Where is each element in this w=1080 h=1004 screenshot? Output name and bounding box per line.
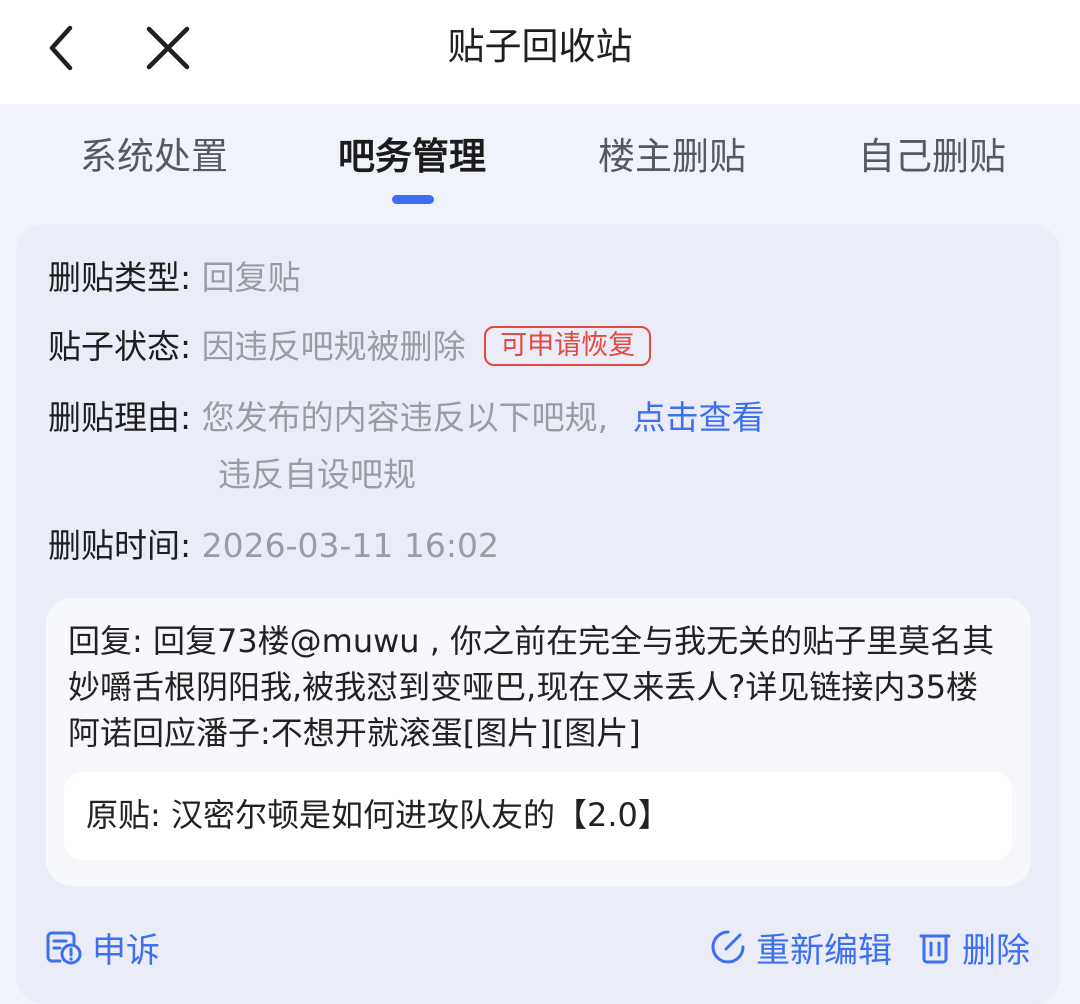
edit-icon: [711, 930, 745, 964]
tab-system-handling[interactable]: 系统处置: [80, 132, 228, 182]
delete-reason-value: 您发布的内容违反以下吧规,: [201, 398, 609, 437]
appeal-icon: [46, 931, 82, 965]
delete-reason-row: 删贴理由: 您发布的内容违反以下吧规, 点击查看: [48, 395, 765, 441]
delete-reason-rule-row: 违反自设吧规: [218, 452, 416, 498]
delete-time-label: 删贴时间:: [48, 526, 192, 565]
reedit-label: 重新编辑: [756, 930, 892, 971]
tab-admin-management[interactable]: 吧务管理: [338, 132, 486, 182]
recoverable-badge: 可申请恢复: [484, 325, 652, 366]
original-post-title: 原贴: 汉密尔顿是如何进攻队友的【2.0】: [86, 796, 670, 834]
post-status-row: 贴子状态: 因违反吧规被删除 可申请恢复: [48, 324, 652, 370]
tab-bar: 系统处置 吧务管理 楼主删贴 自己删贴: [0, 104, 1080, 216]
delete-time-row: 删贴时间: 2026-03-11 16:02: [48, 523, 499, 569]
delete-type-value: 回复贴: [201, 258, 301, 297]
tab-op-deleted[interactable]: 楼主删贴: [598, 132, 746, 182]
reply-content-box: 回复: 回复73楼@muwu , 你之前在完全与我无关的贴子里莫名其妙嚼舌根阴阳…: [46, 598, 1031, 886]
delete-button[interactable]: 删除: [918, 924, 1030, 971]
delete-reason-rule: 违反自设吧规: [218, 455, 416, 494]
top-bar: 贴子回收站: [0, 0, 1080, 104]
reply-text: 回复: 回复73楼@muwu , 你之前在完全与我无关的贴子里莫名其妙嚼舌根阴阳…: [68, 622, 995, 752]
page-title: 贴子回收站: [447, 25, 633, 68]
delete-type-label: 删贴类型:: [48, 258, 192, 297]
appeal-label: 申诉: [92, 930, 160, 971]
original-post-link[interactable]: 原贴: 汉密尔顿是如何进攻队友的【2.0】: [64, 772, 1012, 860]
trash-icon: [919, 934, 951, 964]
reedit-button[interactable]: 重新编辑: [710, 924, 892, 971]
delete-label: 删除: [962, 930, 1030, 971]
view-rules-link[interactable]: 点击查看: [633, 398, 765, 437]
post-status-value: 因违反吧规被删除: [201, 327, 466, 366]
tab-self-deleted[interactable]: 自己删贴: [858, 132, 1006, 182]
post-status-label: 贴子状态:: [48, 327, 192, 366]
delete-type-row: 删贴类型: 回复贴: [48, 255, 301, 301]
appeal-button[interactable]: 申诉: [46, 924, 160, 971]
delete-time-value: 2026-03-11 16:02: [201, 526, 499, 565]
active-tab-indicator: [392, 195, 434, 204]
delete-reason-label: 删贴理由:: [48, 398, 192, 437]
